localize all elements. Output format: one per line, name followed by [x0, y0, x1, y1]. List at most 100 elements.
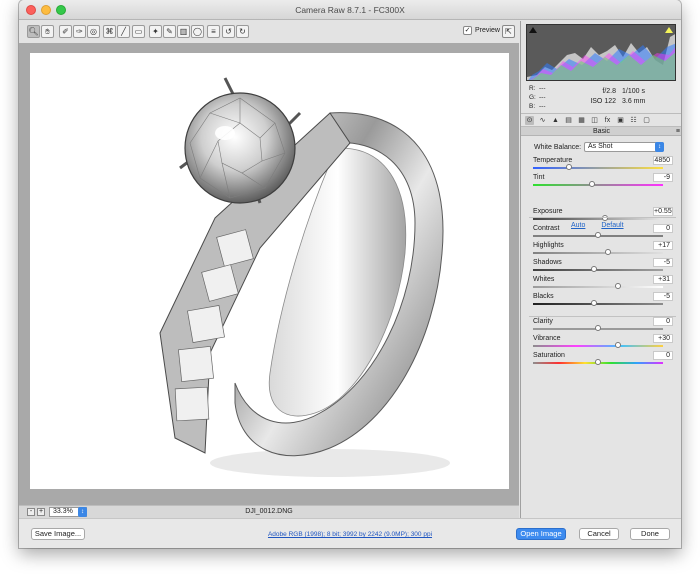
slider-label: Tint: [533, 174, 545, 181]
bottom-bar: Save Image... Adobe RGB (1998); 8 bit; 3…: [19, 518, 681, 548]
slider-track[interactable]: [533, 359, 663, 365]
split-toning-tab-icon[interactable]: ▦: [577, 116, 586, 125]
slider-label: Temperature: [533, 157, 573, 164]
slider-track[interactable]: [533, 325, 663, 331]
image-preview[interactable]: [30, 53, 509, 489]
panel-tabs: ⊙ ∿ ▲ ▤ ▦ ◫ fx ▣ ☷ ▢: [521, 113, 681, 127]
shadow-clipping-icon[interactable]: [529, 27, 537, 33]
histogram-graph: [527, 34, 675, 80]
r-label: R:: [529, 85, 536, 92]
rotate-ccw-icon[interactable]: ↺: [222, 25, 235, 38]
section-header: Basic ≡: [521, 127, 681, 136]
slider-thumb[interactable]: [591, 300, 598, 306]
preview-checkbox[interactable]: ✓: [463, 26, 472, 35]
slider-track[interactable]: [533, 215, 663, 221]
radial-filter-tool-icon[interactable]: ◯: [191, 25, 204, 38]
slider-label: Vibrance: [533, 335, 561, 342]
slider-thumb[interactable]: [614, 342, 621, 348]
fullscreen-icon[interactable]: ⇱: [502, 25, 515, 38]
zoom-tool-icon[interactable]: 🔍︎: [27, 25, 40, 38]
highlight-clipping-icon[interactable]: [665, 27, 673, 33]
hsl-tab-icon[interactable]: ▤: [564, 116, 573, 125]
white-balance-select[interactable]: As Shot ↕: [584, 142, 664, 152]
slider-thumb[interactable]: [566, 164, 573, 170]
chevron-updown-icon: ↕: [655, 142, 664, 152]
auto-link[interactable]: Auto: [571, 222, 585, 229]
slider-thumb[interactable]: [614, 283, 621, 289]
detail-tab-icon[interactable]: ▲: [551, 116, 560, 125]
snapshots-tab-icon[interactable]: ▢: [642, 116, 651, 125]
r-value: ---: [539, 85, 546, 92]
slider-temperature: Temperature 4850: [533, 156, 676, 174]
slider-value-field[interactable]: 4850: [653, 156, 673, 165]
slider-label: Whites: [533, 276, 555, 283]
straighten-tool-icon[interactable]: ╱: [117, 25, 130, 38]
slider-value-field[interactable]: +31: [653, 275, 673, 284]
slider-track[interactable]: [533, 266, 663, 272]
slider-thumb[interactable]: [588, 181, 595, 187]
hand-tool-icon[interactable]: ✋︎: [41, 25, 54, 38]
effects-tab-icon[interactable]: fx: [603, 116, 612, 125]
white-balance-tool-icon[interactable]: ✐: [59, 25, 72, 38]
slider-label: Shadows: [533, 259, 562, 266]
lens-tab-icon[interactable]: ◫: [590, 116, 599, 125]
slider-track[interactable]: [533, 249, 663, 255]
slider-thumb[interactable]: [605, 249, 612, 255]
adjustment-brush-tool-icon[interactable]: ✎: [163, 25, 176, 38]
white-balance-value: As Shot: [588, 143, 613, 150]
preview-label: Preview: [475, 27, 500, 34]
slider-value-field[interactable]: +0.55: [653, 207, 673, 216]
image-canvas-frame: [19, 43, 519, 505]
slider-saturation: Saturation 0: [533, 351, 676, 369]
done-button[interactable]: Done: [630, 528, 670, 540]
slider-value-field[interactable]: +30: [653, 334, 673, 343]
tool-bar: 🔍︎ ✋︎ ✐ ✑ ◎ ⌘ ╱ ▭ ✦ ✎ ▥ ◯ ≡ ↺ ↻: [19, 21, 519, 43]
slider-thumb[interactable]: [601, 215, 608, 221]
color-sampler-tool-icon[interactable]: ✑: [73, 25, 86, 38]
slider-thumb[interactable]: [591, 266, 598, 272]
slider-track[interactable]: [533, 300, 663, 306]
slider-track[interactable]: [533, 232, 663, 238]
shutter: 1/100 s: [622, 88, 645, 95]
divider: [529, 316, 676, 317]
slider-track[interactable]: [533, 283, 663, 289]
slider-value-field[interactable]: -5: [653, 292, 673, 301]
presets-tab-icon[interactable]: ☷: [629, 116, 638, 125]
aperture: f/2.8: [602, 88, 616, 95]
spot-removal-tool-icon[interactable]: ▭: [132, 25, 145, 38]
divider: [529, 217, 676, 218]
g-value: ---: [539, 94, 546, 101]
slider-track[interactable]: [533, 164, 663, 170]
preview-toggle[interactable]: ✓ Preview: [463, 26, 500, 35]
rotate-cw-icon[interactable]: ↻: [236, 25, 249, 38]
red-eye-tool-icon[interactable]: ✦: [149, 25, 162, 38]
cancel-button[interactable]: Cancel: [579, 528, 619, 540]
slider-value-field[interactable]: 0: [653, 317, 673, 326]
slider-label: Blacks: [533, 293, 554, 300]
basic-tab-icon[interactable]: ⊙: [525, 116, 534, 125]
camera-calibration-tab-icon[interactable]: ▣: [616, 116, 625, 125]
slider-label: Exposure: [533, 208, 563, 215]
tone-curve-tab-icon[interactable]: ∿: [538, 116, 547, 125]
preferences-icon[interactable]: ≡: [207, 25, 220, 38]
targeted-adjustment-tool-icon[interactable]: ◎: [87, 25, 100, 38]
slider-vibrance: Vibrance +30: [533, 334, 676, 352]
focal-length: 3.6 mm: [622, 98, 646, 105]
slider-value-field[interactable]: +17: [653, 241, 673, 250]
slider-thumb[interactable]: [595, 325, 601, 331]
open-image-button[interactable]: Open Image: [516, 528, 566, 540]
slider-thumb[interactable]: [595, 232, 601, 238]
slider-value-field[interactable]: -9: [653, 173, 673, 182]
slider-value-field[interactable]: -5: [653, 258, 673, 267]
g-label: G:: [529, 94, 536, 101]
slider-value-field[interactable]: 0: [653, 351, 673, 360]
slider-track[interactable]: [533, 181, 663, 187]
default-link[interactable]: Default: [601, 222, 623, 229]
graduated-filter-tool-icon[interactable]: ▥: [177, 25, 190, 38]
slider-label: Clarity: [533, 318, 553, 325]
slider-track[interactable]: [533, 342, 663, 348]
slider-thumb[interactable]: [595, 359, 601, 365]
crop-tool-icon[interactable]: ⌘: [103, 25, 116, 38]
b-label: B:: [529, 103, 536, 110]
panel-menu-icon[interactable]: ≡: [676, 127, 680, 136]
